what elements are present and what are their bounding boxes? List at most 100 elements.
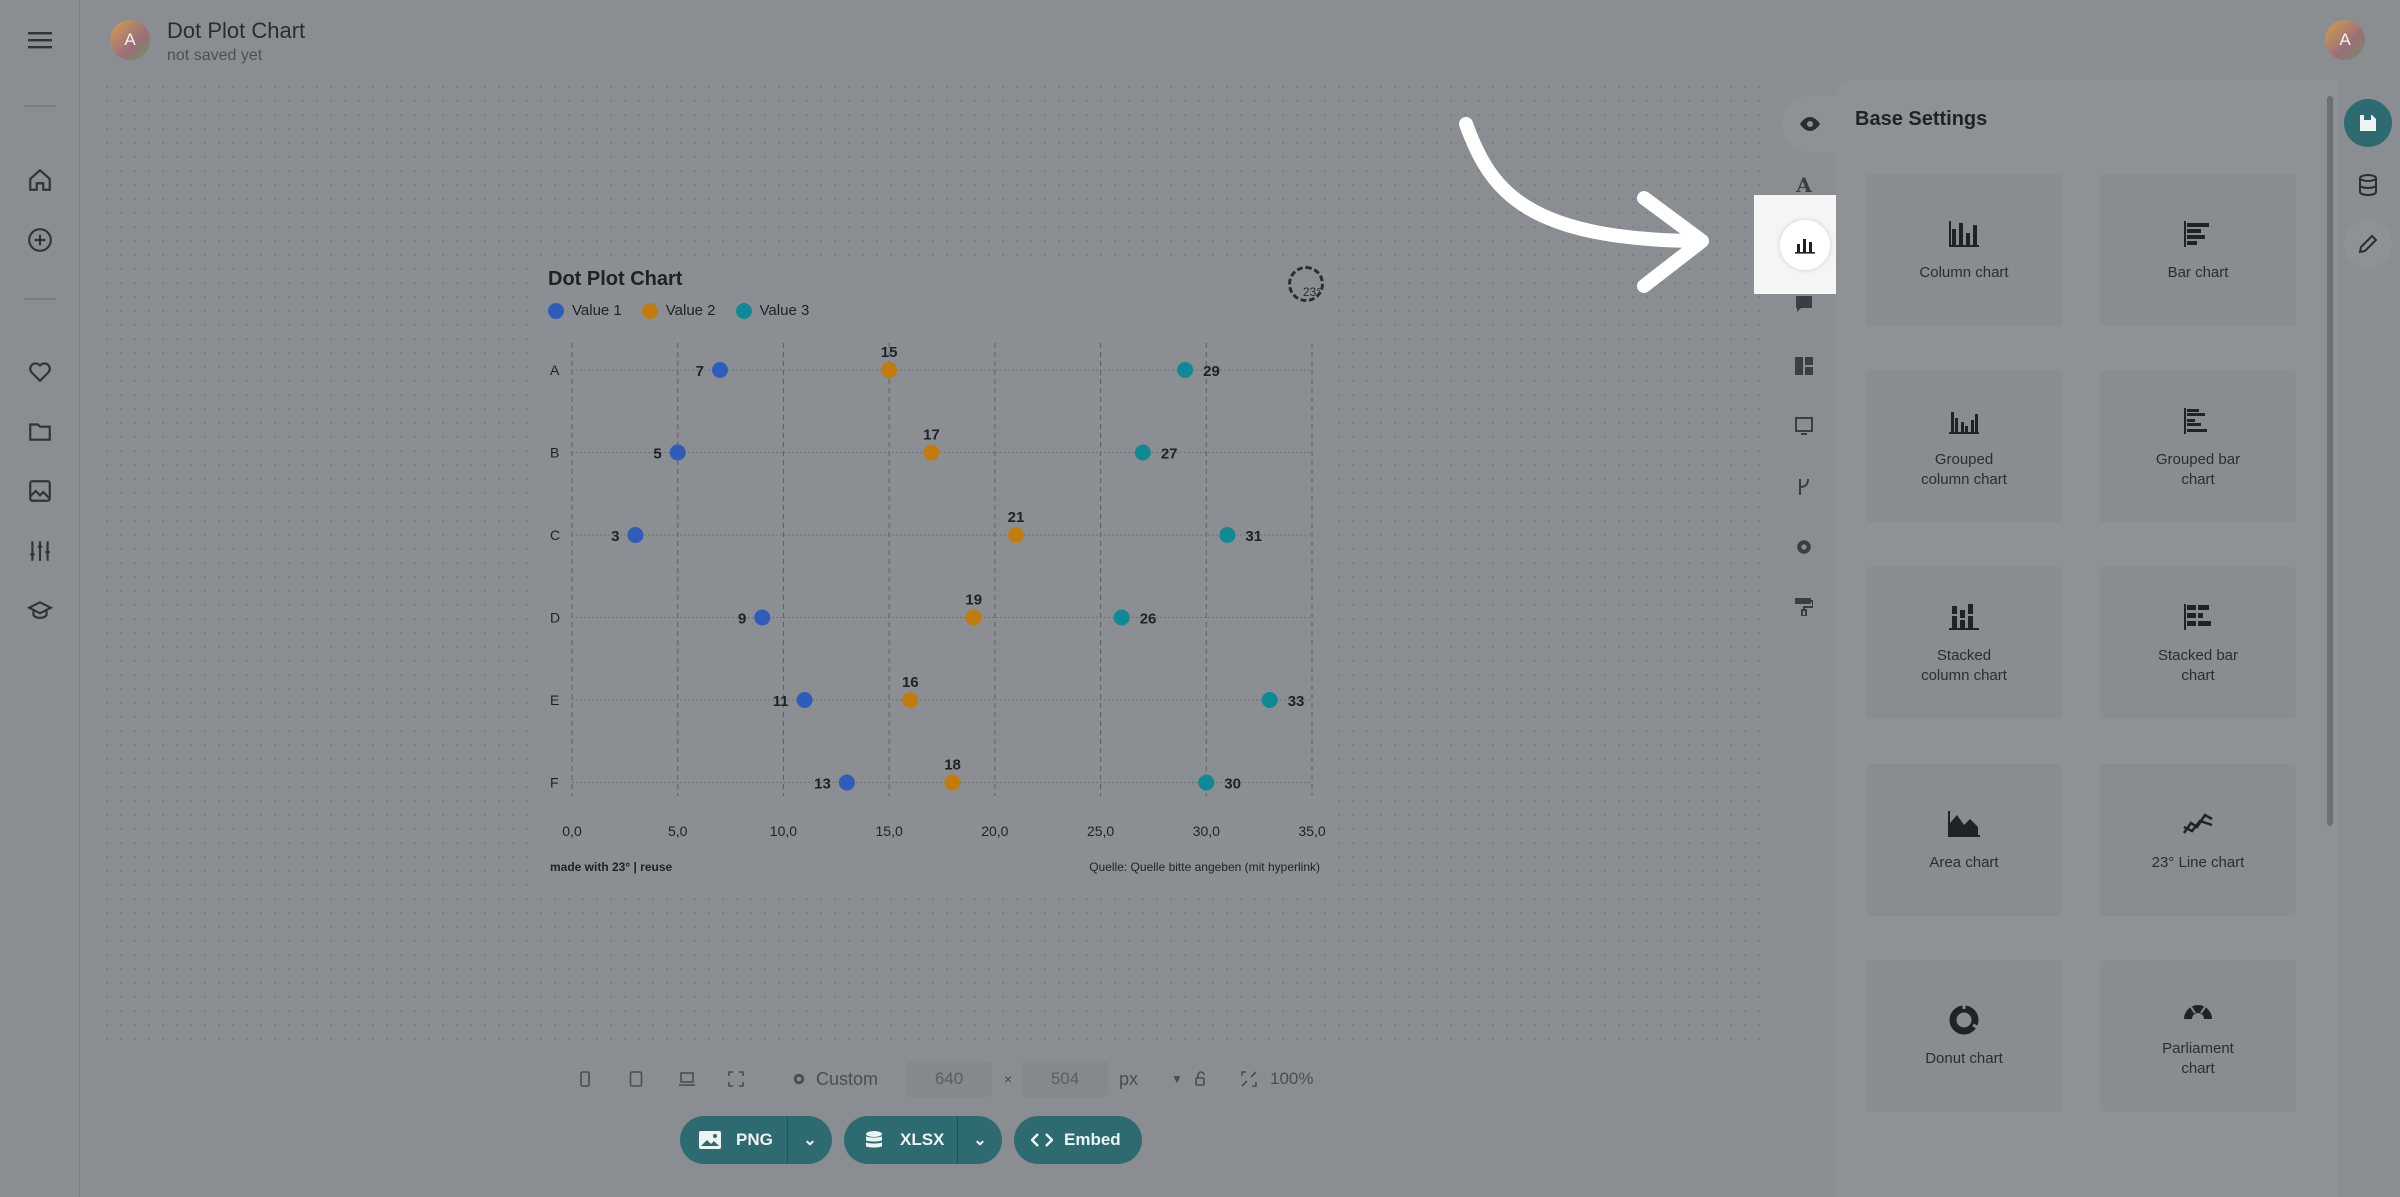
data-point [1198, 774, 1215, 791]
data-label: 17 [923, 427, 940, 444]
layout-icon[interactable] [1784, 346, 1824, 386]
data-point [1008, 527, 1024, 543]
data-label: 7 [696, 363, 704, 380]
line-chart-icon [2181, 807, 2215, 841]
heart-icon[interactable] [20, 351, 60, 391]
chart-footer-credit[interactable]: made with 23° | reuse [550, 860, 672, 874]
area-chart-icon [1947, 807, 1981, 841]
mobile-view-icon[interactable] [572, 1066, 598, 1092]
user-avatar[interactable]: A [2325, 20, 2365, 60]
tile-label: Grouped bar chart [2155, 451, 2241, 488]
data-point [944, 774, 961, 791]
data-label: 3 [611, 528, 619, 545]
export-xlsx-label: XLSX [900, 1130, 945, 1149]
data-point [796, 692, 813, 708]
stacked-column-chart-icon [1948, 600, 1980, 634]
embed-label: Embed [1064, 1130, 1121, 1149]
width-input[interactable]: 640 [906, 1061, 992, 1097]
nav-divider [24, 298, 56, 300]
chart-type-tile-stacked-bar-chart[interactable]: Stacked bar chart [2100, 567, 2296, 719]
tile-label: Area chart [1929, 854, 1999, 871]
chevron-down-icon[interactable]: ⌄ [958, 1130, 1002, 1150]
database-icon[interactable] [2344, 161, 2392, 209]
tile-label: Stacked column chart [1921, 647, 2007, 684]
data-label: 19 [965, 592, 982, 609]
home-icon[interactable] [20, 160, 60, 200]
branch-icon[interactable] [1784, 467, 1824, 507]
y-category-label: F [550, 775, 559, 791]
lock-ratio-icon[interactable] [1190, 1066, 1216, 1092]
data-label: 9 [738, 611, 746, 628]
image-icon [698, 1130, 722, 1150]
panel-scrollbar[interactable] [2327, 96, 2333, 826]
data-point [902, 692, 919, 708]
export-png-button[interactable]: PNG ⌄ [680, 1116, 832, 1164]
data-label: 16 [902, 674, 919, 691]
paint-roller-icon[interactable] [1784, 587, 1824, 627]
chart-type-tile-grouped-column-chart[interactable]: Grouped column chart [1866, 371, 2062, 523]
chart-footer-source[interactable]: Quelle: Quelle bitte angeben (mit hyperl… [1089, 860, 1320, 874]
left-nav [0, 0, 80, 1197]
x-tick-label: 30,0 [1193, 823, 1220, 839]
chart-type-tile-area-chart[interactable]: Area chart [1866, 764, 2062, 916]
data-point [923, 444, 940, 461]
data-point [712, 362, 728, 378]
tablet-view-icon[interactable] [623, 1066, 649, 1092]
annotation-icon[interactable] [1784, 406, 1824, 446]
avatar[interactable]: A [110, 20, 150, 60]
graduation-cap-icon[interactable] [20, 591, 60, 631]
export-xlsx-button[interactable]: XLSX ⌄ [844, 1116, 1002, 1164]
parliament-chart-icon [2181, 993, 2215, 1027]
panel-title: Base Settings [1855, 108, 1988, 130]
height-input[interactable]: 504 [1022, 1061, 1108, 1097]
image-icon[interactable] [20, 471, 60, 511]
chart-type-tile-donut-chart[interactable]: Donut chart [1866, 960, 2062, 1112]
fit-zoom-icon[interactable] [1236, 1066, 1262, 1092]
chart-type-tile-line-chart[interactable]: 23° Line chart [2100, 764, 2296, 916]
chart-type-tile-stacked-column-chart[interactable]: Stacked column chart [1866, 567, 2062, 719]
save-icon[interactable] [2344, 99, 2392, 147]
page-title[interactable]: Dot Plot Chart [167, 18, 305, 44]
add-circle-icon[interactable] [20, 220, 60, 260]
tile-label: Parliament chart [2162, 1040, 2234, 1077]
data-point [1177, 362, 1194, 378]
zoom-level[interactable]: 100% [1270, 1069, 1313, 1089]
data-point [754, 609, 771, 626]
folder-icon[interactable] [20, 411, 60, 451]
chart-type-tile-column-chart[interactable]: Column chart [1866, 174, 2062, 326]
nav-divider [24, 105, 56, 107]
data-label: 33 [1288, 693, 1305, 710]
chart-type-tile-grouped-bar-chart[interactable]: Grouped bar chart [2100, 371, 2296, 523]
data-point [965, 609, 982, 626]
pencil-icon[interactable] [2344, 220, 2392, 268]
chevron-down-icon[interactable]: ⌄ [788, 1130, 832, 1150]
size-preset[interactable]: Custom [816, 1069, 878, 1090]
gear-icon[interactable] [1784, 527, 1824, 567]
fullscreen-icon[interactable] [723, 1066, 749, 1092]
x-tick-label: 10,0 [770, 823, 797, 839]
menu-icon[interactable] [20, 20, 60, 60]
eye-icon[interactable] [1782, 96, 1838, 152]
y-category-label: B [550, 445, 559, 461]
data-label: 18 [944, 757, 961, 774]
y-category-label: E [550, 692, 559, 708]
chart-type-tile-bar-chart[interactable]: Bar chart [2100, 174, 2296, 326]
data-point [881, 362, 898, 378]
data-label: 11 [773, 693, 789, 710]
sliders-icon[interactable] [20, 531, 60, 571]
data-point [1134, 444, 1151, 461]
data-label: 26 [1140, 611, 1157, 628]
chart-type-icon[interactable] [1780, 220, 1830, 270]
export-png-label: PNG [736, 1130, 773, 1149]
data-point [669, 444, 686, 461]
base-settings-panel: Base Settings Column chart Bar chart Group… [1836, 80, 2338, 1197]
chart-type-tile-parliament-chart[interactable]: Parliament chart [2100, 960, 2296, 1112]
database-icon [862, 1130, 886, 1150]
data-point [1219, 527, 1236, 543]
chevron-down-icon[interactable]: ▼ [1164, 1066, 1190, 1092]
chart-card[interactable]: Dot Plot Chart Value 1 Value 2 Value 3 2… [534, 258, 1334, 888]
desktop-view-icon[interactable] [674, 1066, 700, 1092]
gear-icon[interactable] [786, 1066, 812, 1092]
embed-button[interactable]: Embed [1014, 1116, 1142, 1164]
unit-select[interactable]: px [1119, 1069, 1138, 1090]
